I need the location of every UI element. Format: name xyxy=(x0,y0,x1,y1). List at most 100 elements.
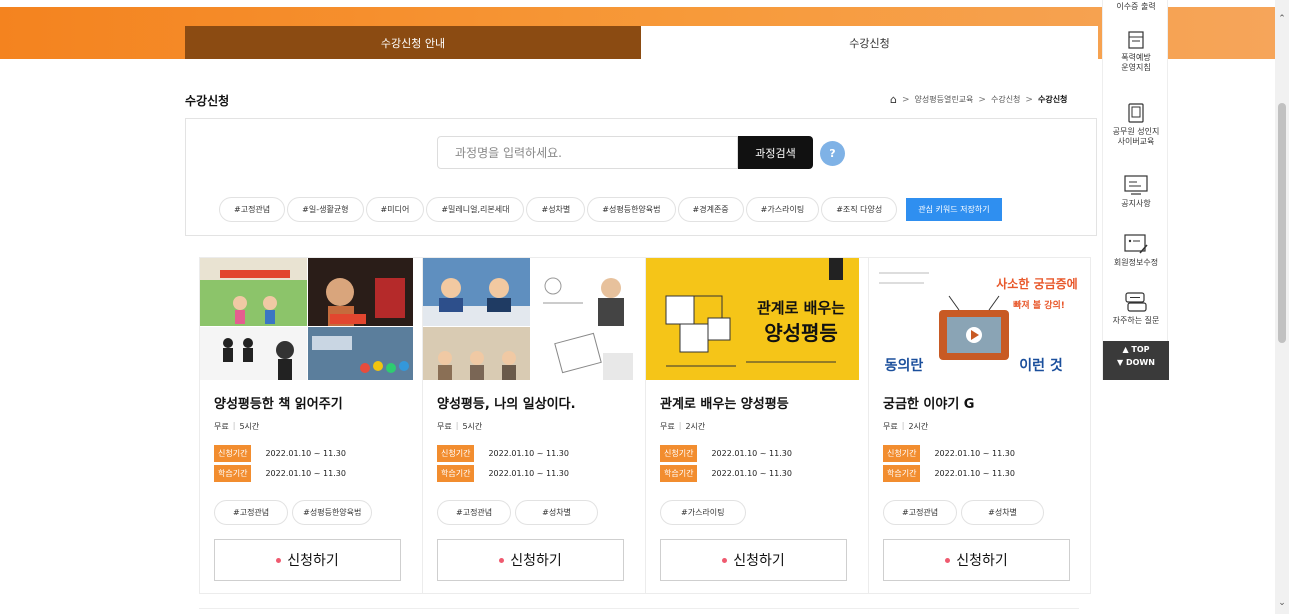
course-card: 양성평등한 책 읽어주기 무료 | 5시간 신청기간 2022.01.10 ~ … xyxy=(199,257,422,594)
scroll-top-button[interactable]: ▲ TOP xyxy=(1103,344,1169,357)
apply-period: 신청기간 2022.01.10 ~ 11.30 xyxy=(437,445,569,462)
tab-course-guide[interactable]: 수강신청 안내 xyxy=(185,26,641,59)
course-tag[interactable]: #고정관념 xyxy=(214,500,289,525)
course-title[interactable]: 궁금한 이야기 G xyxy=(883,393,974,412)
quick-notice[interactable]: 공지사항 xyxy=(1103,174,1169,209)
study-period-value: 2022.01.10 ~ 11.30 xyxy=(711,469,792,478)
scroll-nav: ▲ TOP ▼ DOWN xyxy=(1103,341,1169,380)
apply-button[interactable]: 신청하기 xyxy=(437,539,624,581)
quick-edit-profile[interactable]: 회원정보수정 xyxy=(1103,233,1169,268)
course-meta: 무료 | 5시간 xyxy=(214,421,259,432)
course-title[interactable]: 관계로 배우는 양성평등 xyxy=(660,393,789,412)
course-meta: 무료 | 5시간 xyxy=(437,421,482,432)
breadcrumb-item[interactable]: 양성평등열린교육 xyxy=(915,94,974,105)
quick-item-label: 공무원 성인지 xyxy=(1112,127,1160,136)
chevron-right-icon: > xyxy=(1025,94,1033,105)
keyword-chip[interactable]: #밀레니얼,리본세대 xyxy=(426,197,525,222)
course-hours: 5시간 xyxy=(239,422,260,431)
quick-item-label: 폭력예방 xyxy=(1121,53,1151,62)
course-card: 관계로 배우는 양성평등 관계로 배우는 양성평등 무료 | 2시간 신청기간 … xyxy=(645,257,868,594)
help-button[interactable]: ? xyxy=(820,141,845,166)
keyword-list: #고정관념 #일-생활균형 #미디어 #밀레니얼,리본세대 #성차별 #성평등한… xyxy=(219,197,1002,222)
course-list: 양성평등한 책 읽어주기 무료 | 5시간 신청기간 2022.01.10 ~ … xyxy=(199,257,1091,594)
keyword-chip[interactable]: #일-생활균형 xyxy=(287,197,364,222)
apply-button-label: 신청하기 xyxy=(510,553,562,569)
keyword-chip[interactable]: #조직 다양성 xyxy=(821,197,898,222)
document-icon xyxy=(1128,31,1144,49)
scrollbar[interactable]: ⌃ ⌄ xyxy=(1275,0,1289,614)
course-tag[interactable]: #가스라이팅 xyxy=(660,500,746,525)
keyword-chip[interactable]: #성차별 xyxy=(526,197,586,222)
course-tag[interactable]: #성평등한양육법 xyxy=(292,500,373,525)
tablet-icon xyxy=(1128,103,1144,123)
course-thumbnail[interactable] xyxy=(423,258,636,380)
course-tag[interactable]: #성차별 xyxy=(515,500,598,525)
quick-item-label: 회원정보수정 xyxy=(1113,258,1159,267)
course-thumbnail[interactable]: 사소한 궁금증에 빠져 볼 강의! 동의란 이런 것 xyxy=(869,258,1082,380)
chevron-right-icon: > xyxy=(901,94,910,105)
thumb-subline: 빠져 볼 강의! xyxy=(1013,299,1065,311)
course-tag[interactable]: #성차별 xyxy=(961,500,1044,525)
page-title: 수강신청 xyxy=(185,94,230,108)
quick-item-label: 공지사항 xyxy=(1121,199,1151,208)
save-keywords-button[interactable]: 관심 키워드 저장하기 xyxy=(906,198,1002,221)
divider: | xyxy=(455,421,459,430)
course-card: 양성평등, 나의 일상이다. 무료 | 5시간 신청기간 2022.01.10 … xyxy=(422,257,645,594)
apply-period-value: 2022.01.10 ~ 11.30 xyxy=(934,449,1015,458)
quick-faq[interactable]: 자주하는 질문 xyxy=(1103,291,1169,326)
keyword-chip[interactable]: #경계존중 xyxy=(677,197,744,222)
divider xyxy=(199,608,1079,609)
apply-button[interactable]: 신청하기 xyxy=(660,539,847,581)
study-period-value: 2022.01.10 ~ 11.30 xyxy=(488,469,569,478)
keyword-chip[interactable]: #미디어 xyxy=(365,197,425,222)
course-price: 무료 xyxy=(883,422,898,431)
course-tag[interactable]: #고정관념 xyxy=(883,500,958,525)
apply-period-value: 2022.01.10 ~ 11.30 xyxy=(711,449,792,458)
course-tags: #가스라이팅 xyxy=(660,500,746,525)
course-hours: 2시간 xyxy=(685,422,706,431)
course-title[interactable]: 양성평등, 나의 일상이다. xyxy=(437,393,576,412)
scrollbar-thumb[interactable] xyxy=(1278,103,1286,343)
course-meta: 무료 | 2시간 xyxy=(883,421,928,432)
course-hours: 5시간 xyxy=(462,422,483,431)
bullet-dot-icon xyxy=(276,557,282,563)
scroll-up-arrow-icon[interactable]: ⌃ xyxy=(1275,12,1289,26)
quick-cyber-education[interactable]: 공무원 성인지 사이버교육 xyxy=(1103,102,1169,148)
page: 수강신청 안내 수강신청 수강신청 ⌂ > 양성평등열린교육 > 수강신청 > … xyxy=(0,0,1289,614)
scroll-down-button[interactable]: ▼ DOWN xyxy=(1103,357,1169,370)
study-period: 학습기간 2022.01.10 ~ 11.30 xyxy=(660,465,792,482)
quick-violence-guide[interactable]: 폭력예방 운영지침 xyxy=(1103,30,1169,74)
course-card: 사소한 궁금증에 빠져 볼 강의! 동의란 이런 것 궁금한 이야기 G 무료 … xyxy=(868,257,1091,594)
course-tag[interactable]: #고정관념 xyxy=(437,500,512,525)
keyword-chip[interactable]: #가스라이팅 xyxy=(745,197,820,222)
breadcrumb-item[interactable]: 수강신청 xyxy=(991,94,1020,105)
apply-period-label: 신청기간 xyxy=(660,445,698,462)
course-thumbnail[interactable]: 관계로 배우는 양성평등 xyxy=(646,258,859,380)
course-tags: #고정관념 #성차별 xyxy=(437,500,598,525)
thumb-title-line1: 관계로 배우는 xyxy=(757,299,845,317)
tab-course-apply[interactable]: 수강신청 xyxy=(641,26,1098,59)
keyword-chip[interactable]: #성평등한양육법 xyxy=(587,197,676,222)
breadcrumb: ⌂ > 양성평등열린교육 > 수강신청 > 수강신청 xyxy=(890,94,1067,105)
home-icon[interactable]: ⌂ xyxy=(890,94,897,105)
quick-item-label: 운영지침 xyxy=(1121,63,1151,73)
quick-item-label: 자주하는 질문 xyxy=(1112,316,1160,325)
thumb-headline: 사소한 궁금증에 xyxy=(996,276,1077,291)
course-title[interactable]: 양성평등한 책 읽어주기 xyxy=(214,393,343,412)
bullet-dot-icon xyxy=(945,557,951,563)
search-button[interactable]: 과정검색 xyxy=(738,136,813,169)
quick-certificate[interactable]: 이수증 출력 xyxy=(1103,2,1169,12)
apply-period-value: 2022.01.10 ~ 11.30 xyxy=(488,449,569,458)
scroll-down-arrow-icon[interactable]: ⌄ xyxy=(1275,596,1289,610)
thumb-left-word: 동의란 xyxy=(885,357,924,374)
search-input[interactable]: 과정명을 입력하세요. xyxy=(437,136,738,169)
apply-button[interactable]: 신청하기 xyxy=(214,539,401,581)
course-thumbnail[interactable] xyxy=(200,258,413,380)
apply-button[interactable]: 신청하기 xyxy=(883,539,1070,581)
apply-period-label: 신청기간 xyxy=(437,445,475,462)
divider: | xyxy=(232,421,236,430)
chevron-right-icon: > xyxy=(978,94,986,105)
apply-period: 신청기간 2022.01.10 ~ 11.30 xyxy=(883,445,1015,462)
bullet-dot-icon xyxy=(499,557,505,563)
keyword-chip[interactable]: #고정관념 xyxy=(219,197,286,222)
